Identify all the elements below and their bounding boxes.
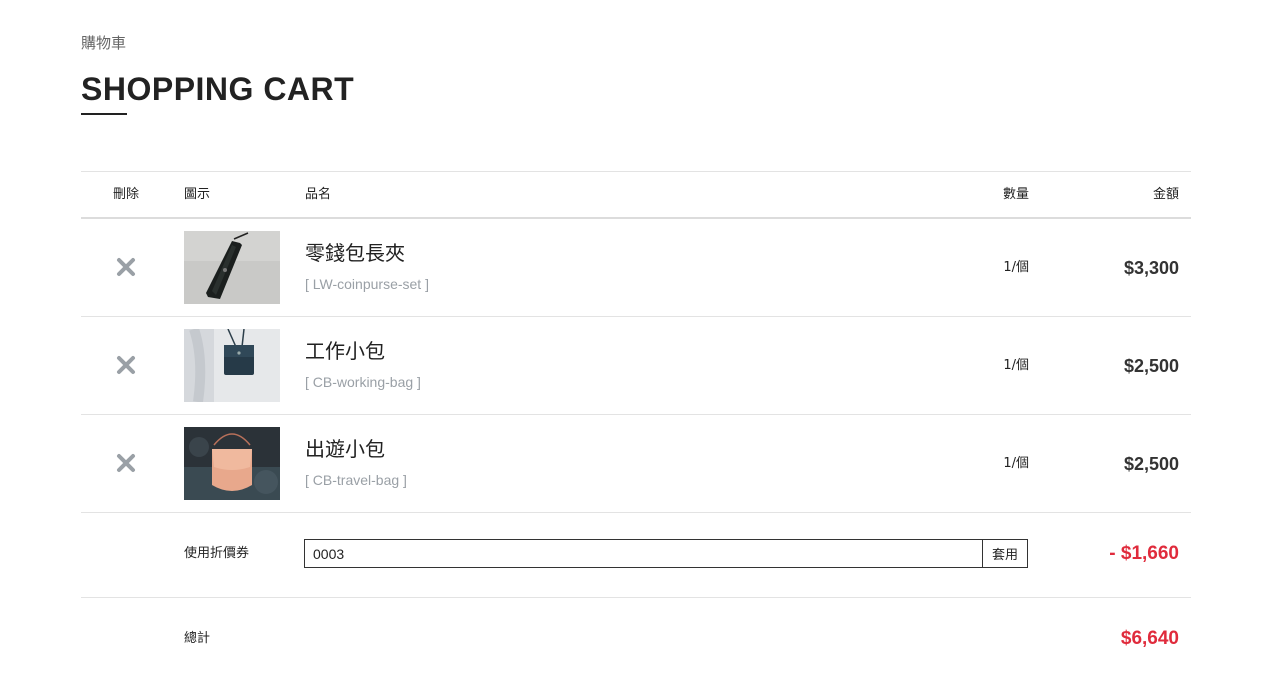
close-icon <box>117 454 135 472</box>
header-image: 圖示 <box>184 187 211 202</box>
divider <box>81 512 1191 513</box>
close-icon <box>117 258 135 276</box>
item-amount: $3,300 <box>1123 258 1179 278</box>
product-sku: [ LW-coinpurse-set ] <box>305 276 429 292</box>
title-underline <box>81 113 127 115</box>
product-image[interactable] <box>184 231 280 304</box>
product-sku: [ CB-working-bag ] <box>305 374 421 390</box>
product-image[interactable] <box>184 427 280 500</box>
remove-item-button[interactable] <box>115 452 137 474</box>
coupon-field: 套用 <box>304 539 1028 568</box>
product-name[interactable]: 工作小包 <box>305 339 385 363</box>
divider <box>81 171 1191 172</box>
header-amount: 金額 <box>1152 187 1179 202</box>
table-row: 工作小包 [ CB-working-bag ] 1/個 $2,500 <box>81 317 1191 415</box>
table-row: 出遊小包 [ CB-travel-bag ] 1/個 $2,500 <box>81 415 1191 513</box>
remove-item-button[interactable] <box>115 256 137 278</box>
page-title: SHOPPING CART <box>81 71 355 107</box>
coupon-label: 使用折價券 <box>184 546 250 561</box>
coupon-input[interactable] <box>305 540 982 567</box>
total-label: 總計 <box>184 631 211 646</box>
divider <box>81 597 1191 598</box>
product-name[interactable]: 出遊小包 <box>305 437 385 461</box>
item-amount: $2,500 <box>1123 454 1179 474</box>
product-sku: [ CB-travel-bag ] <box>305 472 407 488</box>
table-row: 零錢包長夾 [ LW-coinpurse-set ] 1/個 $3,300 <box>81 219 1191 317</box>
apply-coupon-button[interactable]: 套用 <box>982 540 1027 567</box>
total-amount: $6,640 <box>1120 628 1179 649</box>
close-icon <box>117 356 135 374</box>
remove-item-button[interactable] <box>115 354 137 376</box>
item-quantity: 1/個 <box>1003 260 1029 275</box>
item-quantity: 1/個 <box>1003 358 1029 373</box>
coupon-discount: - $1,660 <box>1109 543 1179 564</box>
item-quantity: 1/個 <box>1003 456 1029 471</box>
product-image[interactable] <box>184 329 280 402</box>
item-amount: $2,500 <box>1123 356 1179 376</box>
breadcrumb: 購物車 <box>81 34 127 52</box>
product-name[interactable]: 零錢包長夾 <box>305 241 405 265</box>
header-qty: 數量 <box>1002 187 1029 202</box>
header-delete: 刪除 <box>113 187 140 202</box>
header-name: 品名 <box>305 187 332 202</box>
